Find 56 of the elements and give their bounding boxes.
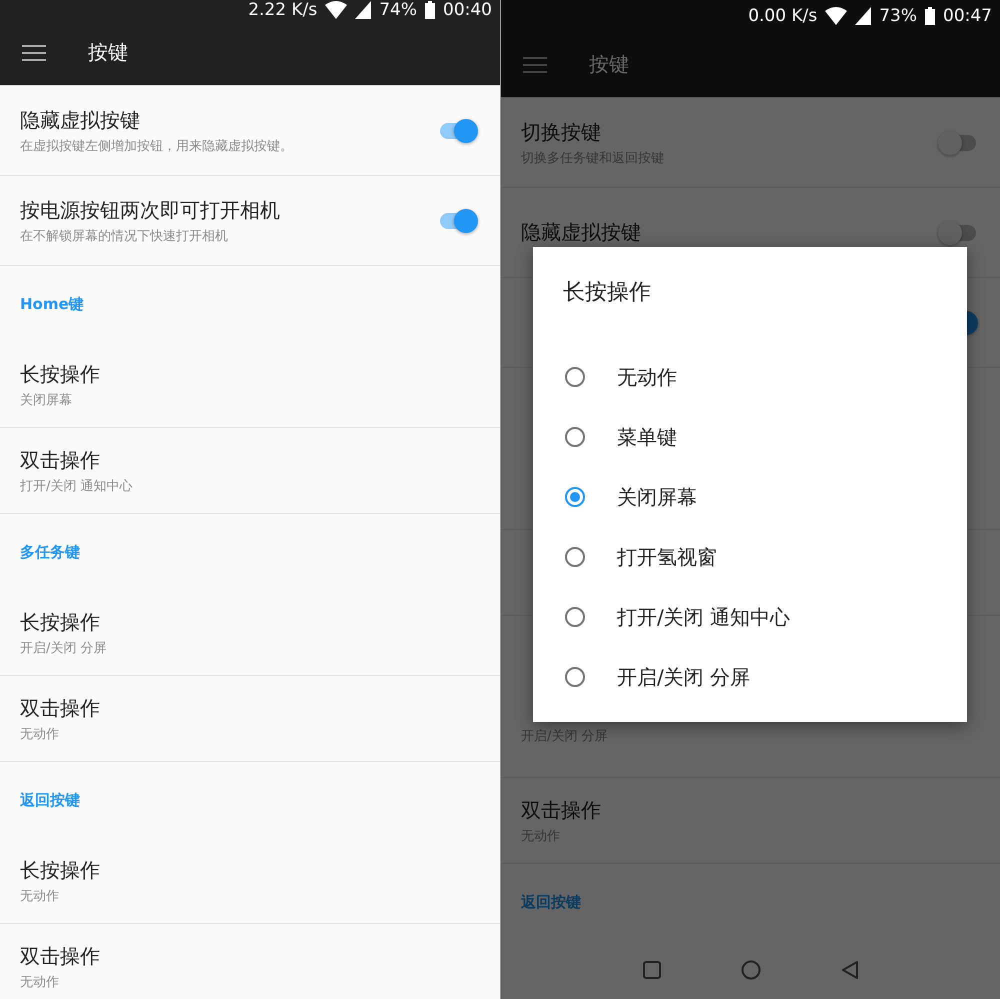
- setting-description: 在虚拟按键左侧增加按钮，用来隐藏虚拟按键。: [20, 138, 293, 154]
- page-title: 按键: [589, 51, 629, 78]
- setting-title: 双击操作: [20, 446, 100, 474]
- option-label[interactable]: 关闭屏幕: [617, 484, 697, 510]
- setting-title: 长按操作: [20, 856, 100, 884]
- setting-title: 切换按键: [521, 118, 601, 146]
- page-title: 按键: [88, 39, 128, 66]
- clock: 00:40: [443, 0, 492, 20]
- setting-title: 按电源按钮两次即可打开相机: [20, 196, 280, 224]
- setting-row[interactable]: 隐藏虚拟按键 在虚拟按键左侧增加按钮，用来隐藏虚拟按键。: [0, 86, 500, 176]
- network-speed: 0.00 K/s: [748, 6, 818, 26]
- setting-value: 无动作: [20, 974, 59, 990]
- setting-title: 双击操作: [521, 796, 601, 824]
- section-header: 返回按键: [20, 790, 80, 810]
- setting-row[interactable]: 按电源按钮两次即可打开相机 在不解锁屏幕的情况下快速打开相机: [0, 176, 500, 266]
- square-icon[interactable]: [642, 960, 660, 978]
- battery-percent: 73%: [879, 6, 917, 26]
- radio-button[interactable]: [565, 487, 585, 507]
- option-label[interactable]: 无动作: [617, 364, 677, 390]
- option-label[interactable]: 菜单键: [617, 424, 677, 450]
- radio-button[interactable]: [565, 667, 585, 687]
- setting-title: 双击操作: [20, 694, 100, 722]
- wifi-icon: [325, 1, 348, 19]
- setting-value: 关闭屏幕: [20, 392, 72, 408]
- setting-value: 开启/关闭 分屏: [20, 640, 107, 656]
- section-header: 多任务键: [20, 542, 80, 562]
- setting-title: 隐藏虚拟按键: [521, 219, 641, 246]
- signal-icon: [855, 7, 872, 25]
- triangle-icon[interactable]: [840, 960, 858, 980]
- radio-button[interactable]: [565, 427, 585, 447]
- circle-icon[interactable]: [740, 960, 760, 980]
- wifi-icon: [825, 7, 848, 25]
- setting-title: 隐藏虚拟按键: [20, 106, 140, 134]
- setting-value: 无动作: [20, 888, 59, 904]
- menu-icon[interactable]: [22, 44, 46, 60]
- signal-icon: [355, 1, 372, 19]
- battery-icon: [425, 1, 435, 19]
- setting-title: 长按操作: [20, 608, 100, 636]
- setting-value: 无动作: [20, 726, 59, 742]
- setting-title: 长按操作: [20, 360, 100, 388]
- option-label[interactable]: 打开/关闭 通知中心: [617, 604, 790, 630]
- setting-title: 双击操作: [20, 942, 100, 970]
- battery-percent: 74%: [379, 0, 417, 20]
- setting-value: 打开/关闭 通知中心: [20, 478, 133, 494]
- option-label[interactable]: 打开氢视窗: [617, 544, 717, 570]
- radio-button[interactable]: [565, 607, 585, 627]
- dialog-title: 长按操作: [563, 279, 651, 307]
- radio-button[interactable]: [565, 547, 585, 567]
- section-header: 返回按键: [521, 892, 581, 912]
- option-label[interactable]: 开启/关闭 分屏: [617, 664, 750, 690]
- battery-icon: [925, 7, 935, 25]
- network-speed: 2.22 K/s: [248, 0, 318, 20]
- section-header: Home键: [20, 294, 84, 314]
- clock: 00:47: [943, 6, 992, 26]
- setting-description: 在不解锁屏幕的情况下快速打开相机: [20, 228, 228, 244]
- radio-button[interactable]: [565, 367, 585, 387]
